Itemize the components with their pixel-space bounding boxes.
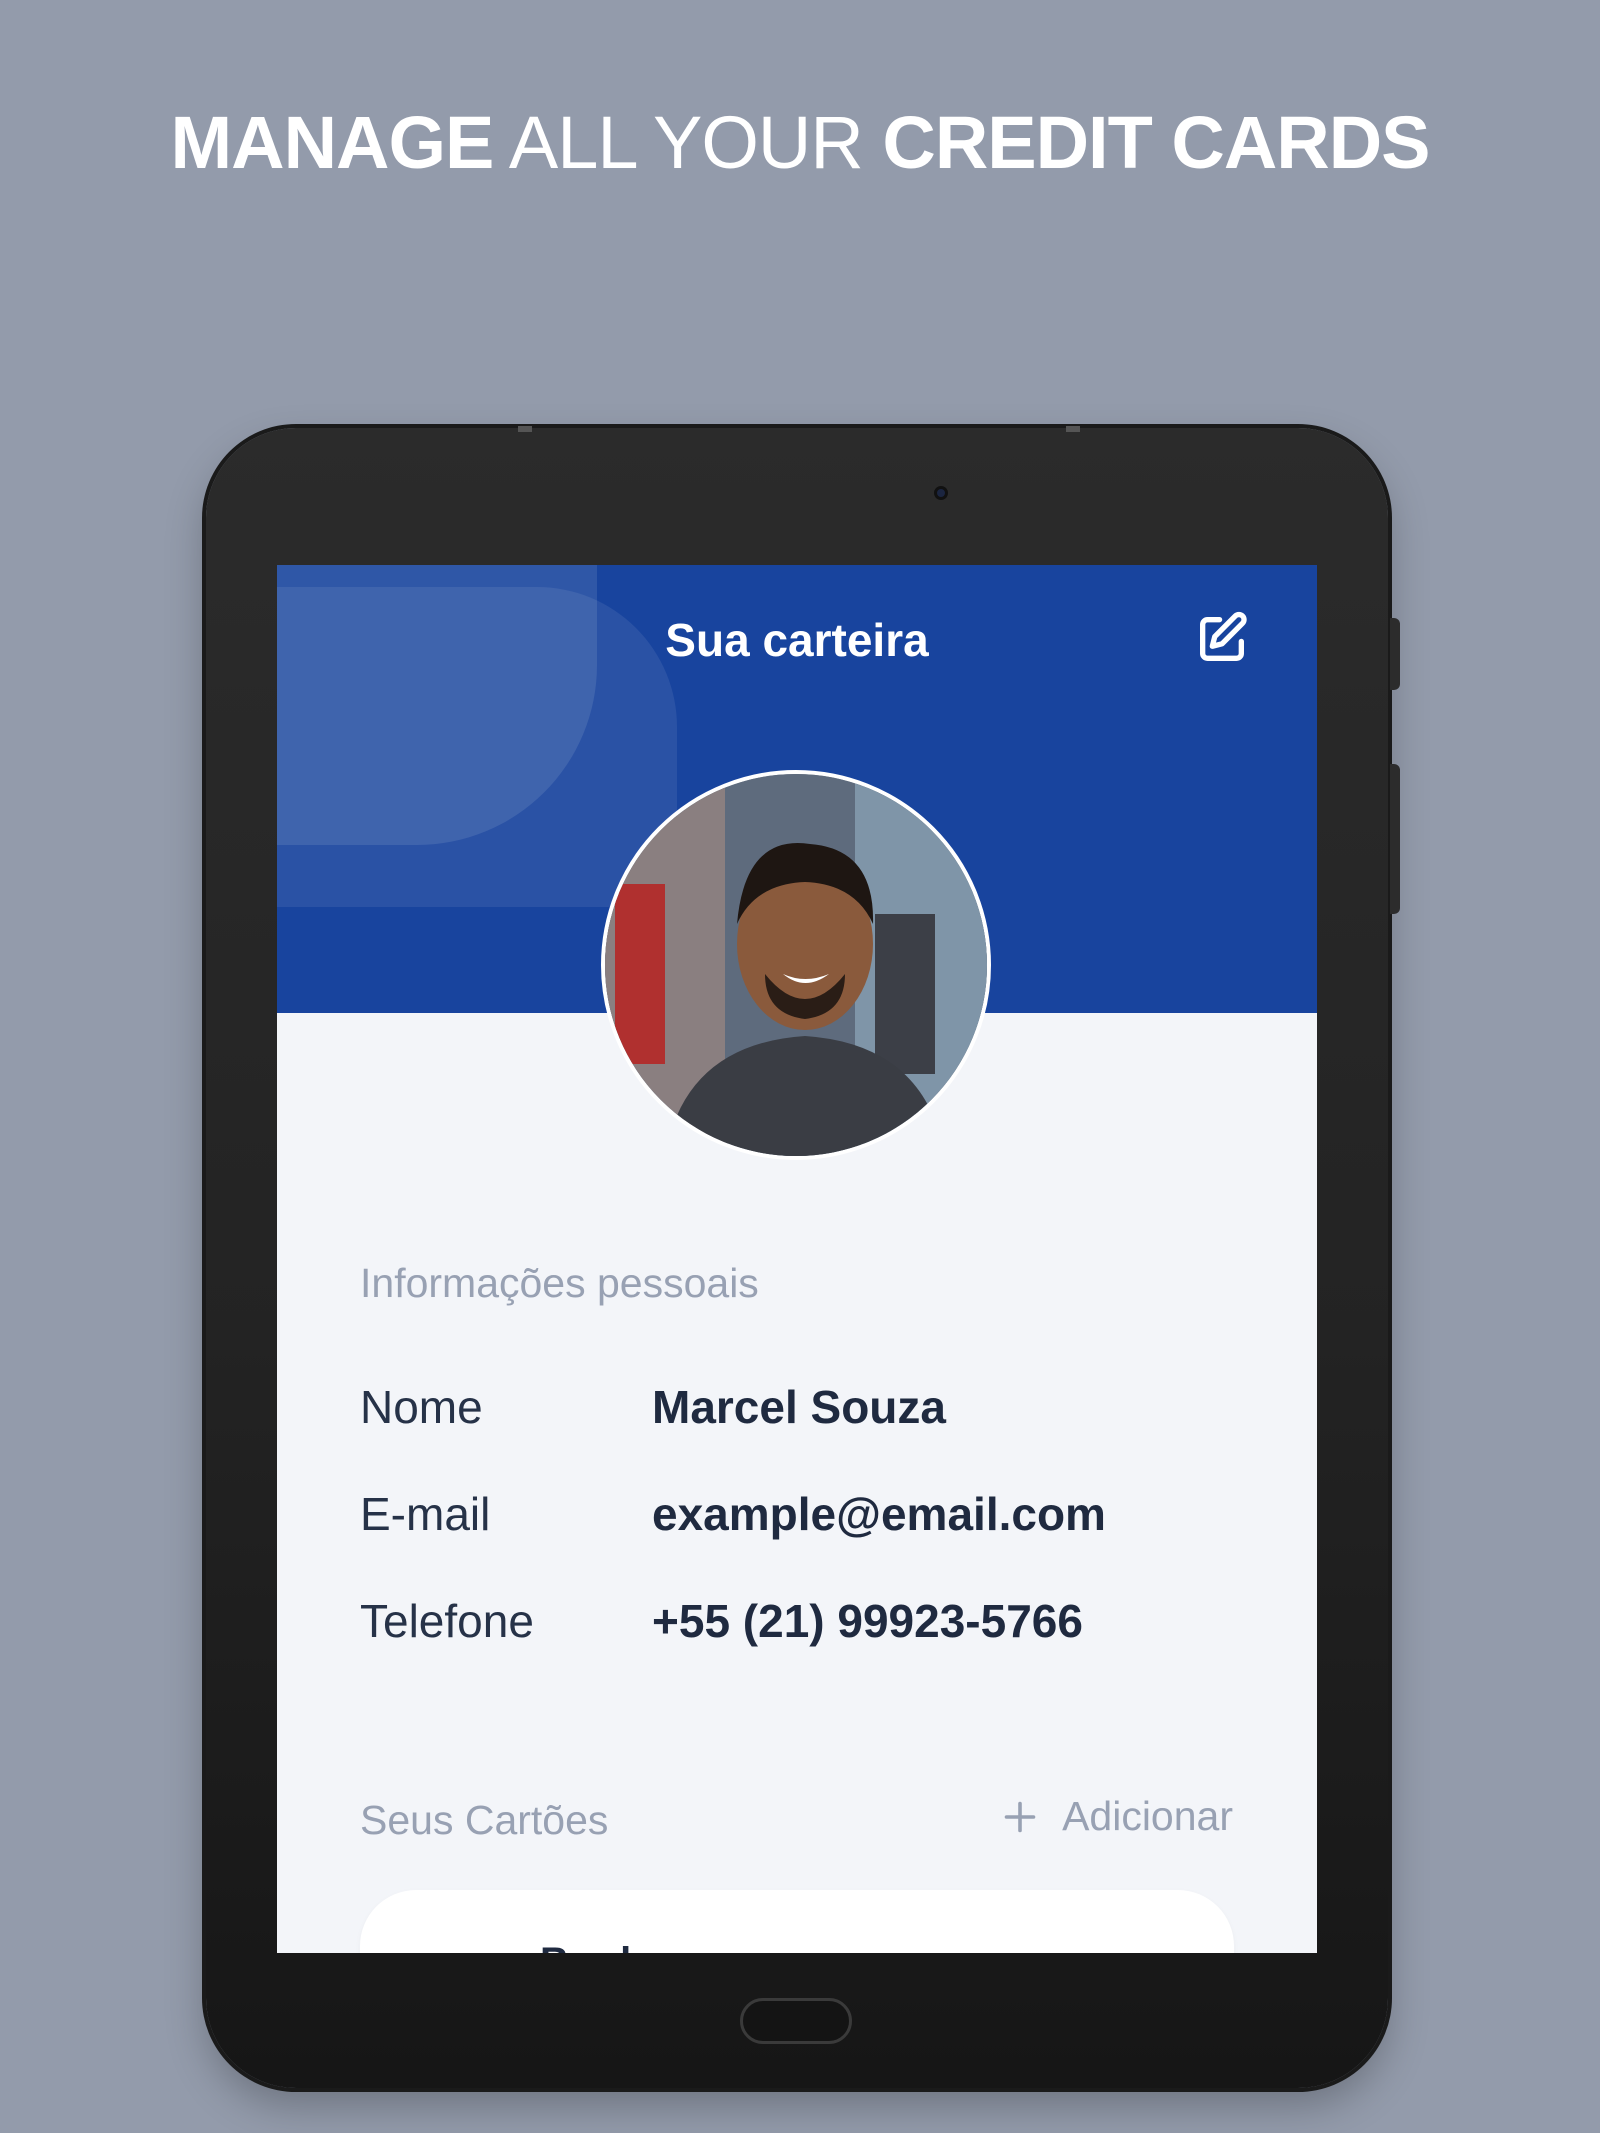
front-camera	[934, 486, 948, 500]
promo-headline: MANAGE ALL YOUR CREDIT CARDS	[0, 100, 1600, 185]
device-detail	[1066, 426, 1080, 432]
profile-photo	[605, 774, 987, 1156]
avatar[interactable]	[601, 770, 991, 1160]
promo-word-credit-cards: CREDIT CARDS	[882, 101, 1430, 184]
card-list-item[interactable]: Bradesco	[360, 1890, 1234, 1953]
device-detail	[518, 426, 532, 432]
home-button	[740, 1998, 852, 2044]
add-card-button[interactable]: Adicionar	[1002, 1793, 1233, 1840]
app-screen: Sua carteira Informações pessoais Nome M…	[277, 565, 1317, 1953]
info-row-email: E-mail example@email.com	[360, 1487, 1260, 1547]
edit-button[interactable]	[1192, 609, 1252, 669]
info-label: E-mail	[360, 1488, 491, 1540]
card-name: Bradesco	[540, 1940, 722, 1953]
edit-icon	[1200, 611, 1247, 661]
info-label: Nome	[360, 1381, 483, 1433]
info-value: +55 (21) 99923-5766	[652, 1595, 1083, 1647]
personal-info-title: Informações pessoais	[360, 1260, 759, 1306]
cards-section-title: Seus Cartões	[360, 1797, 609, 1843]
info-row-name: Nome Marcel Souza	[360, 1380, 1260, 1440]
info-value: example@email.com	[652, 1488, 1106, 1540]
info-row-phone: Telefone +55 (21) 99923-5766	[360, 1594, 1260, 1654]
info-value: Marcel Souza	[652, 1381, 946, 1433]
promo-word-manage: MANAGE	[170, 101, 495, 184]
add-card-label: Adicionar	[1062, 1793, 1233, 1839]
promo-word-all-your: ALL YOUR	[493, 101, 883, 184]
info-label: Telefone	[360, 1595, 534, 1647]
plus-icon	[1004, 1801, 1036, 1832]
volume-button	[1390, 618, 1400, 690]
page-title: Sua carteira	[665, 614, 929, 666]
tablet-device: Sua carteira Informações pessoais Nome M…	[206, 426, 1400, 2088]
power-button	[1390, 764, 1400, 914]
